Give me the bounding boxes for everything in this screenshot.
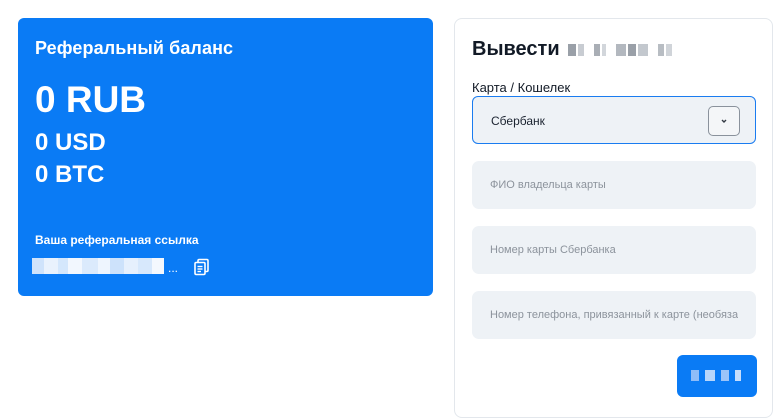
referral-balance-card: Реферальный баланс 0 RUB 0 USD 0 BTC Ваш…	[18, 18, 433, 296]
redacted-text	[98, 258, 110, 274]
redacted-text	[138, 258, 152, 274]
redacted-text	[32, 258, 44, 274]
method-select[interactable]: Сбербанк	[472, 96, 756, 144]
withdraw-card: Вывести Карта / Кошелек Сбербанк	[454, 18, 773, 418]
redacted-text	[152, 258, 164, 274]
referral-link[interactable]: ...	[32, 256, 178, 276]
chevron-down-icon	[721, 119, 727, 123]
card-number-input[interactable]	[472, 226, 756, 274]
redacted-text	[58, 258, 68, 274]
method-selected-value: Сбербанк	[491, 114, 545, 128]
redacted-button-label	[691, 369, 742, 384]
referral-link-ellipsis: ...	[168, 261, 179, 275]
method-label: Карта / Кошелек	[472, 80, 571, 95]
referral-link-label: Ваша реферальная ссылка	[35, 233, 199, 247]
balance-rub: 0 RUB	[35, 79, 147, 120]
submit-withdraw-button[interactable]	[677, 355, 757, 397]
redacted-text	[110, 258, 124, 274]
redacted-text	[82, 258, 98, 274]
balance-usd: 0 USD	[35, 129, 106, 156]
redacted-text	[44, 258, 58, 274]
withdraw-title-text: Вывести	[472, 38, 560, 60]
copy-icon[interactable]	[193, 258, 211, 276]
redacted-text	[124, 258, 138, 274]
redacted-text	[68, 258, 82, 274]
redacted-title-suffix	[567, 43, 674, 56]
phone-number-input[interactable]	[472, 291, 756, 339]
dropdown-button[interactable]	[708, 106, 740, 136]
card-holder-name-input[interactable]	[472, 161, 756, 209]
referral-balance-title: Реферальный баланс	[35, 38, 234, 58]
balance-btc: 0 BTC	[35, 161, 105, 188]
withdraw-title: Вывести	[472, 38, 674, 61]
